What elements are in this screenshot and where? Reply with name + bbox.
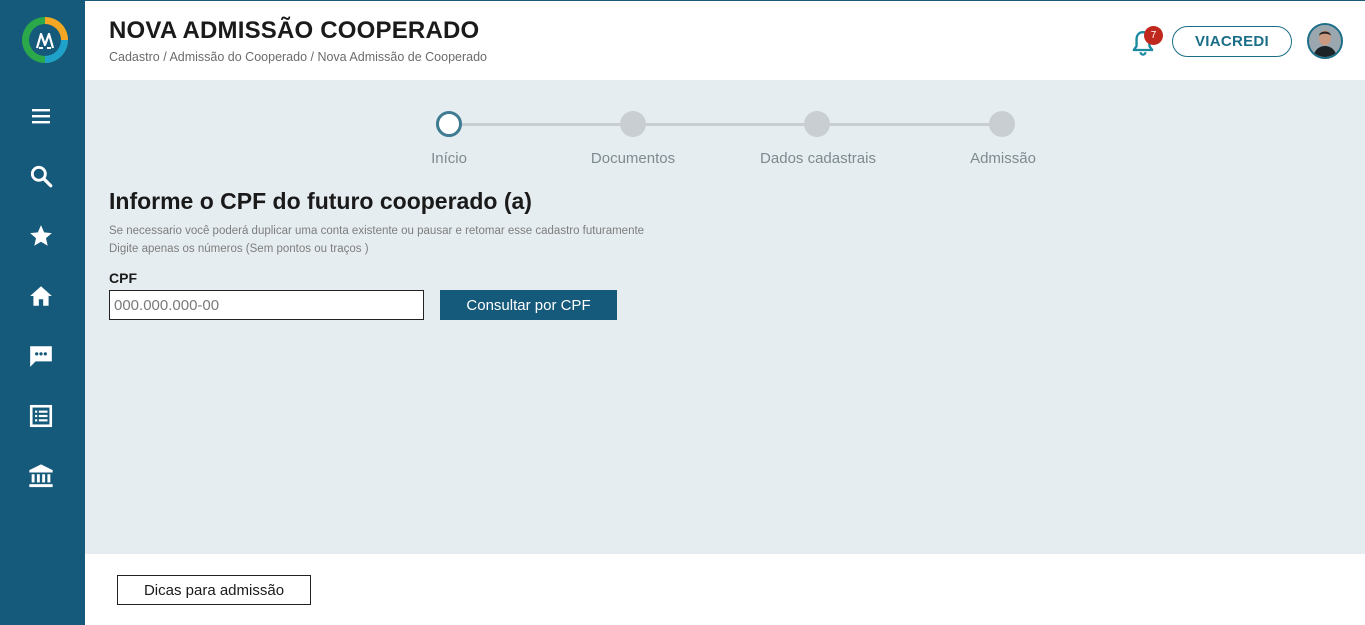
consult-cpf-button[interactable]: Consultar por CPF [440, 290, 617, 320]
step-label-inicio: Início [431, 150, 467, 167]
avatar[interactable] [1307, 23, 1343, 59]
step-dot-documentos[interactable] [620, 111, 646, 137]
main-content: Início Documentos Dados cadastrais Admis… [85, 80, 1365, 554]
step-dot-dados-cadastrais[interactable] [804, 111, 830, 137]
form-hint: Se necessario você poderá duplicar uma c… [109, 225, 645, 237]
organization-button[interactable]: VIACREDI [1172, 26, 1292, 57]
list-icon[interactable] [25, 400, 57, 432]
page-header: NOVA ADMISSÃO COOPERADO Cadastro / Admis… [85, 0, 1365, 80]
page-footer: Dicas para admissão [85, 554, 1365, 625]
star-icon[interactable] [25, 220, 57, 252]
step-label-admissao: Admissão [970, 150, 1036, 167]
step-dot-inicio[interactable] [436, 111, 462, 137]
home-icon[interactable] [25, 280, 57, 312]
search-icon[interactable] [25, 160, 57, 192]
breadcrumb: Cadastro / Admissão do Cooperado / Nova … [109, 50, 488, 64]
step-dot-admissao[interactable] [989, 111, 1015, 137]
step-label-dados-cadastrais: Dados cadastrais [760, 150, 876, 167]
sidebar [0, 0, 85, 625]
admission-stepper: Início Documentos Dados cadastrais Admis… [85, 80, 1365, 180]
cpf-label: CPF [109, 270, 137, 286]
cpf-input[interactable] [109, 290, 424, 320]
notification-badge: 7 [1144, 26, 1163, 45]
chat-icon[interactable] [25, 340, 57, 372]
step-label-documentos: Documentos [590, 150, 676, 167]
form-title: Informe o CPF do futuro cooperado (a) [109, 188, 532, 214]
app-logo[interactable] [20, 15, 70, 65]
bank-icon[interactable] [25, 460, 57, 492]
admission-tips-button[interactable]: Dicas para admissão [117, 575, 311, 605]
stepper-track [449, 123, 999, 126]
page-title: NOVA ADMISSÃO COOPERADO [109, 17, 480, 44]
menu-icon[interactable] [25, 100, 57, 132]
form-hint-digits: Digite apenas os números (Sem pontos ou … [109, 243, 369, 255]
